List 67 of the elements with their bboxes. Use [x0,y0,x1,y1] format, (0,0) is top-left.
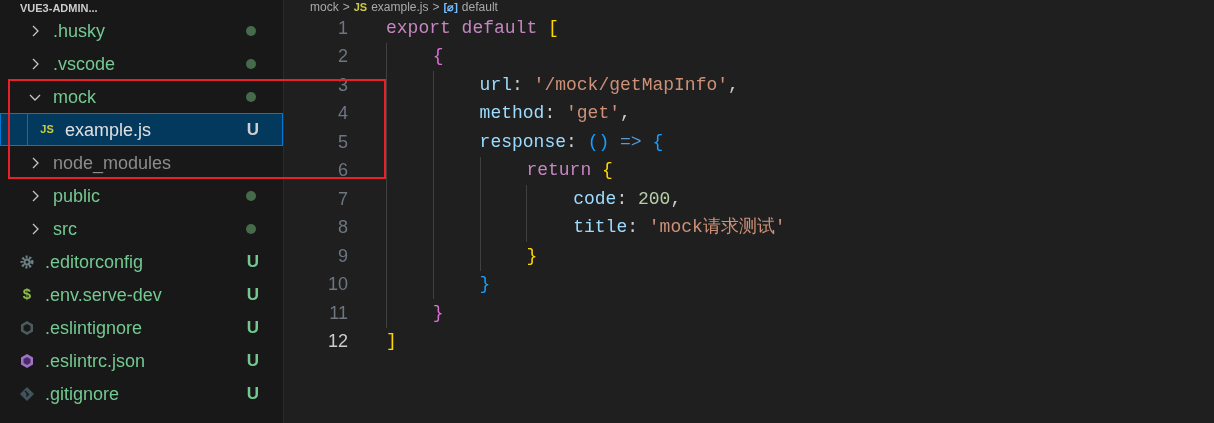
git-status: U [246,349,259,372]
folder-item[interactable]: public [0,179,283,212]
file-item[interactable]: $ .env.serve-dev U [0,278,283,311]
git-diamond-icon [19,385,35,402]
line-number: 9 [337,244,348,268]
code-line: url: '/mock/getMapInfo', [479,73,739,97]
dollar-icon: $ [19,286,35,303]
line-number: 1 [337,16,348,40]
explorer-title: VUE3-ADMIN... [20,2,98,14]
breadcrumb-item[interactable]: default [461,1,498,14]
line-number: 8 [337,216,348,240]
symbol-icon: [⌀] [443,1,458,14]
code-line: export default [ [386,16,559,40]
code-line: } [479,273,491,297]
line-number: 12 [326,330,348,354]
git-status: U [246,118,259,141]
code-line: response: () => { [479,130,664,154]
line-number: 2 [337,45,348,69]
file-item[interactable]: .editorconfig U [0,245,283,278]
breadcrumb-separator: > [432,1,440,14]
folder-item[interactable]: mock [0,80,283,113]
file-name: .vscode [53,52,116,75]
file-item[interactable]: .gitignore U [0,377,283,410]
line-number: 10 [326,273,348,297]
line-number: 4 [337,102,348,126]
file-name: .env.serve-dev [45,283,162,306]
file-name: .husky [53,19,106,42]
file-name: mock [53,85,96,108]
file-item[interactable]: .eslintignore U [0,311,283,344]
file-name: example.js [65,118,152,141]
breadcrumb-separator: > [342,1,350,14]
folder-item[interactable]: node_modules [0,146,283,179]
line-number: 5 [337,130,348,154]
file-name: .editorconfig [45,250,144,273]
code-line: { [432,45,444,69]
file-item[interactable]: .eslintrc.json U [0,344,283,377]
js-file-icon: JS [353,1,368,14]
code-line: method: 'get', [479,102,631,126]
folder-item[interactable]: .vscode [0,47,283,80]
hexagon-icon [19,352,35,369]
js-file-icon: JS [39,121,55,138]
code-line: return { [526,159,613,183]
line-number: 7 [337,187,348,211]
hexagon-icon [19,319,35,336]
code-line: code: 200, [573,187,682,211]
line-number: 6 [337,159,348,183]
file-name: .eslintrc.json [45,349,146,372]
file-name: .eslintignore [45,316,143,339]
breadcrumb-item[interactable]: example.js [371,1,429,14]
file-item[interactable]: JS example.js U [0,113,283,146]
git-status: U [246,283,259,306]
file-name: src [53,217,77,240]
file-name: node_modules [53,151,172,174]
git-status: U [246,250,259,273]
line-number: 11 [328,301,348,325]
breadcrumb-item[interactable]: mock [310,1,339,14]
folder-item[interactable]: src [0,212,283,245]
folder-item[interactable]: .husky [0,14,283,47]
code-line: } [432,301,444,325]
code-line: ] [386,330,397,354]
settings-icon [19,253,35,270]
code-line: title: 'mock请求测试' [573,216,786,240]
git-status: U [246,382,259,405]
git-status: U [246,316,259,339]
file-name: .gitignore [45,382,120,405]
file-name: public [53,184,101,207]
code-line: } [526,244,538,268]
